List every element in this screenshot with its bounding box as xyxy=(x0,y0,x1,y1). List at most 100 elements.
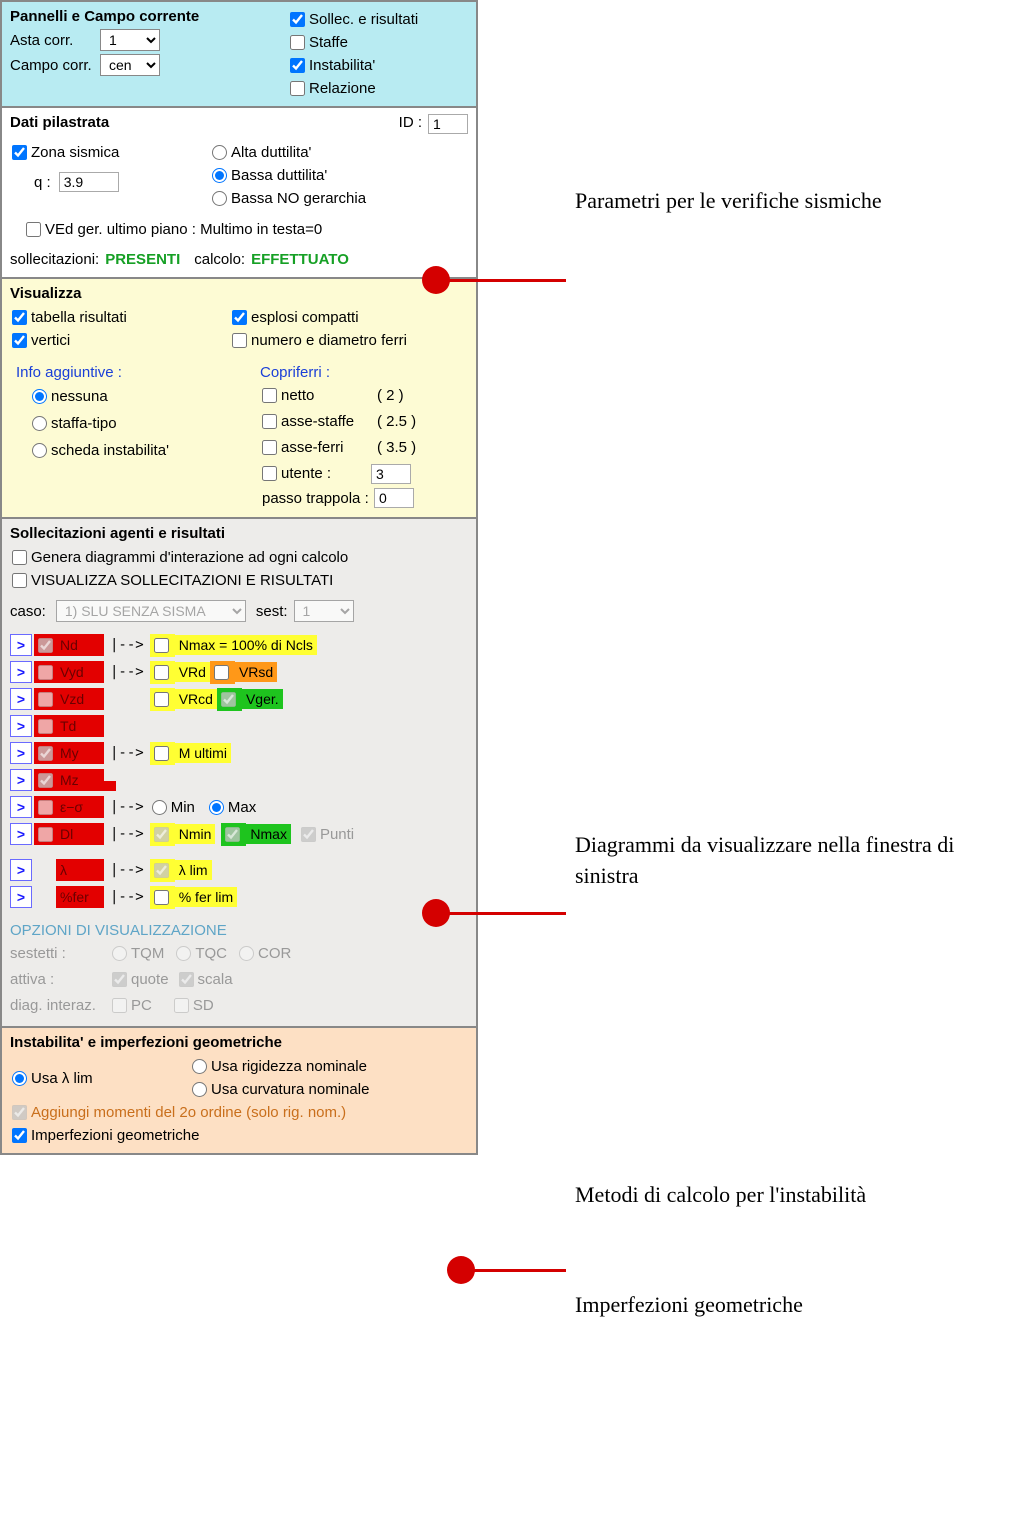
btn-vzd[interactable]: > xyxy=(10,688,32,710)
btn-pfer[interactable]: > xyxy=(10,886,32,908)
chk-ved[interactable]: VEd ger. ultimo piano : Multimo in testa… xyxy=(24,220,322,239)
chk-nmax[interactable] xyxy=(150,634,175,657)
chk-vger[interactable] xyxy=(217,688,242,711)
radio-usa-rig[interactable]: Usa rigidezza nominale xyxy=(190,1057,367,1076)
chk-imperfezioni[interactable]: Imperfezioni geometriche xyxy=(10,1126,199,1145)
radio-staffa[interactable]: staffa-tipo xyxy=(30,414,117,433)
lbl-nd: Nd xyxy=(56,634,104,656)
chk-zona-sismica[interactable]: Zona sismica xyxy=(10,143,119,162)
chk-my[interactable] xyxy=(34,742,56,764)
chk-sd[interactable]: SD xyxy=(172,996,214,1015)
lbl-my: My xyxy=(56,742,104,764)
chk-tab-risultati[interactable]: tabella risultati xyxy=(10,308,127,327)
asta-select[interactable]: 1 xyxy=(100,29,160,51)
chk-nmax2[interactable] xyxy=(221,823,246,846)
btn-eps[interactable]: > xyxy=(10,796,32,818)
chk-vertici[interactable]: vertici xyxy=(10,331,70,350)
chk-nmin[interactable] xyxy=(150,823,175,846)
radio-bassa[interactable]: Bassa duttilita' xyxy=(210,166,327,185)
sest-label: sest: xyxy=(256,603,288,620)
attiva-label: attiva : xyxy=(10,971,110,988)
btn-nd[interactable]: > xyxy=(10,634,32,656)
chk-visualizza-cap[interactable]: VISUALIZZA SOLLECITAZIONI E RISULTATI xyxy=(10,571,333,590)
caso-select[interactable]: 1) SLU SENZA SISMA xyxy=(56,600,246,622)
chk-scala[interactable]: scala xyxy=(177,970,233,989)
arrow-icon: |--> xyxy=(110,826,144,842)
asse-ferri-val: ( 3.5 ) xyxy=(377,439,416,456)
chk-numero-diam[interactable]: numero e diametro ferri xyxy=(230,331,407,350)
radio-usa-curv[interactable]: Usa curvatura nominale xyxy=(190,1080,369,1099)
chk-llim[interactable] xyxy=(150,859,175,882)
chk-relaz[interactable]: Relazione xyxy=(288,79,376,98)
radio-max[interactable]: Max xyxy=(207,798,256,817)
dati-title: Dati pilastrata xyxy=(10,114,109,131)
chk-td[interactable] xyxy=(34,715,56,737)
marker-line-icon xyxy=(473,1269,566,1272)
chk-eps[interactable] xyxy=(34,796,56,818)
passo-input[interactable] xyxy=(374,488,414,508)
chk-vyd[interactable] xyxy=(34,661,56,683)
radio-bassa-no[interactable]: Bassa NO gerarchia xyxy=(210,189,366,208)
chk-quote[interactable]: quote xyxy=(110,970,169,989)
lbl-vrd: VRd xyxy=(175,662,210,682)
chk-staffe[interactable]: Staffe xyxy=(288,33,348,52)
radio-cor[interactable]: COR xyxy=(237,944,291,963)
annotation-4: Imperfezioni geometriche xyxy=(575,1290,935,1321)
chk-nd[interactable] xyxy=(34,634,56,656)
lbl-pferlim: % fer lim xyxy=(175,887,237,907)
arrow-icon: |--> xyxy=(110,799,144,815)
lbl-vzd: Vzd xyxy=(56,688,104,710)
chk-aggiungi[interactable]: Aggiungi momenti del 2o ordine (solo rig… xyxy=(10,1103,346,1122)
chk-mz[interactable] xyxy=(34,769,56,791)
radio-usa-llim[interactable]: Usa λ lim xyxy=(10,1057,190,1099)
chk-punti[interactable]: Punti xyxy=(299,825,354,844)
annotation-1: Parametri per le verifiche sismiche xyxy=(575,186,895,217)
radio-scheda[interactable]: scheda instabilita' xyxy=(30,441,169,460)
radio-nessuna[interactable]: nessuna xyxy=(30,387,108,406)
lbl-vger: Vger. xyxy=(242,689,283,709)
chk-vzd[interactable] xyxy=(34,688,56,710)
chk-utente[interactable]: utente : xyxy=(260,464,371,483)
copri-title: Copriferri : xyxy=(260,364,416,381)
sest-select[interactable]: 1 xyxy=(294,600,354,622)
chk-dl[interactable] xyxy=(34,823,56,845)
chk-multimi[interactable] xyxy=(150,742,175,765)
chk-vrsd[interactable] xyxy=(210,661,235,684)
campo-select[interactable]: cen xyxy=(100,54,160,76)
radio-tqm[interactable]: TQM xyxy=(110,944,164,963)
campo-label: Campo corr. xyxy=(10,57,100,74)
chk-vrd[interactable] xyxy=(150,661,175,684)
radio-alta[interactable]: Alta duttilita' xyxy=(210,143,311,162)
chk-asse-staffe[interactable]: asse-staffe xyxy=(260,412,371,431)
btn-dl[interactable]: > xyxy=(10,823,32,845)
btn-vyd[interactable]: > xyxy=(10,661,32,683)
caso-label: caso: xyxy=(10,603,46,620)
q-input[interactable] xyxy=(59,172,119,192)
utente-input[interactable] xyxy=(371,464,411,484)
chk-asse-ferri[interactable]: asse-ferri xyxy=(260,438,371,457)
chk-pc[interactable]: PC xyxy=(110,996,152,1015)
btn-lambda[interactable]: > xyxy=(10,859,32,881)
chk-pferlim[interactable] xyxy=(150,886,175,909)
btn-td[interactable]: > xyxy=(10,715,32,737)
chk-instab[interactable]: Instabilita' xyxy=(288,56,375,75)
radio-tqc[interactable]: TQC xyxy=(174,944,227,963)
radio-min[interactable]: Min xyxy=(150,798,195,817)
calcolo-label: calcolo: xyxy=(194,251,245,268)
btn-mz[interactable]: > xyxy=(10,769,32,791)
arrow-icon: |--> xyxy=(110,862,144,878)
chk-netto[interactable]: netto xyxy=(260,386,371,405)
sollec-value: PRESENTI xyxy=(105,251,180,268)
q-label: q : xyxy=(34,174,51,191)
annotation-2: Diagrammi da visualizzare nella finestra… xyxy=(575,830,975,892)
chk-esplosi[interactable]: esplosi compatti xyxy=(230,308,359,327)
id-input[interactable] xyxy=(428,114,468,134)
netto-val: ( 2 ) xyxy=(377,387,404,404)
chk-vrcd[interactable] xyxy=(150,688,175,711)
panel-pannelli: Pannelli e Campo corrente Asta corr. 1 C… xyxy=(1,1,477,107)
btn-my[interactable]: > xyxy=(10,742,32,764)
chk-genera[interactable]: Genera diagrammi d'interazione ad ogni c… xyxy=(10,548,348,567)
chk-sollec[interactable]: Sollec. e risultati xyxy=(288,10,418,29)
marker-line-icon xyxy=(448,912,566,915)
arrow-icon: |--> xyxy=(110,745,144,761)
